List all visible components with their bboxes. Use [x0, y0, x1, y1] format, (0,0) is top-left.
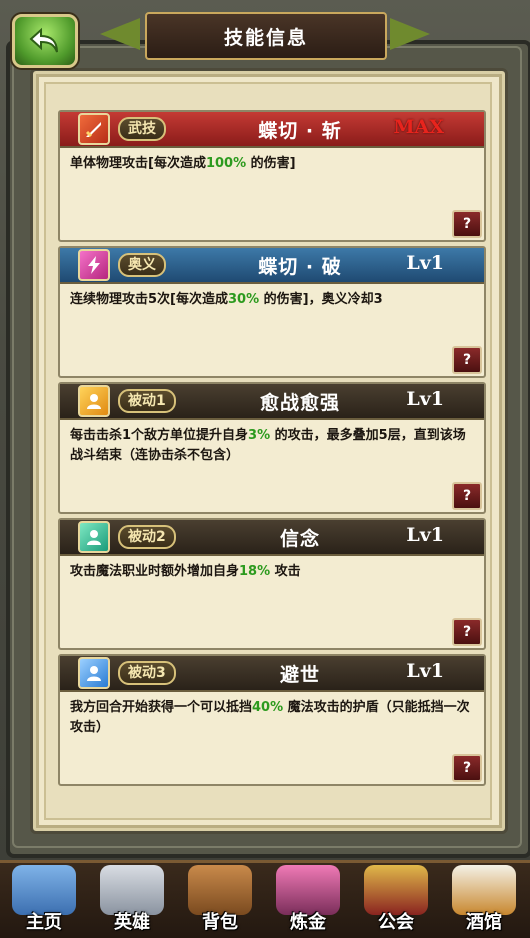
page-title-bar: 技能信息 [145, 12, 387, 60]
help-button[interactable]: ? [452, 754, 482, 782]
nav-label: 酒馆 [466, 912, 502, 933]
skill-description: 连续物理攻击5次[每次造成30% 的伤害]，奥义冷却3 [70, 292, 383, 307]
skill-type-tag: 被动2 [118, 525, 176, 549]
skill-card-header: 武技 蝶切 · 斩 MAX [60, 112, 484, 148]
skill-card-4: 被动3 避世 Lv1 我方回合开始获得一个可以抵挡40% 魔法攻击的护盾（只能抵… [58, 654, 486, 786]
back-button[interactable] [12, 14, 78, 68]
skill-card-2: 被动1 愈战愈强 Lv1 每击击杀1个敌方单位提升自身3% 的攻击，最多叠加5层… [58, 382, 486, 514]
skill-name: 蝶切 · 斩 [258, 120, 342, 142]
skill-type-tag: 被动1 [118, 389, 176, 413]
nav-bag[interactable]: 背包 [176, 863, 264, 938]
nav-alchemy[interactable]: 炼金 [264, 863, 352, 938]
skill-description: 攻击魔法职业时额外增加自身18% 攻击 [70, 564, 301, 579]
skill-level: Lv1 [406, 660, 444, 682]
help-button[interactable]: ? [452, 482, 482, 510]
title-ornament-right [390, 18, 430, 50]
skill-level: MAX [393, 116, 444, 138]
title-ornament-left [100, 18, 140, 50]
help-button[interactable]: ? [452, 346, 482, 374]
skill-description: 我方回合开始获得一个可以抵挡40% 魔法攻击的护盾（只能抵挡一次攻击） [70, 700, 470, 735]
skill-card-header: 被动1 愈战愈强 Lv1 [60, 384, 484, 420]
nav-label: 背包 [202, 912, 238, 933]
skill-card-header: 被动2 信念 Lv1 [60, 520, 484, 556]
help-button[interactable]: ? [452, 210, 482, 238]
skill-card-3: 被动2 信念 Lv1 攻击魔法职业时额外增加自身18% 攻击 ? [58, 518, 486, 650]
bottom-nav: 主页 英雄 背包 炼金 公会 酒馆 [0, 860, 530, 938]
skill-name: 愈战愈强 [259, 392, 340, 414]
skill-name: 蝶切 · 破 [258, 256, 342, 278]
back-arrow-icon [29, 27, 58, 53]
nav-label: 炼金 [290, 912, 326, 933]
skill-description: 每击击杀1个敌方单位提升自身3% 的攻击，最多叠加5层，直到该场战斗结束（连协击… [70, 428, 466, 463]
nav-guild[interactable]: 公会 [352, 863, 440, 938]
person-icon [78, 521, 110, 553]
skill-level: Lv1 [406, 388, 444, 410]
skill-name: 信念 [279, 528, 320, 550]
bolt-icon [78, 249, 110, 281]
skill-description: 单体物理攻击[每次造成100% 的伤害] [70, 156, 296, 171]
nav-heroes[interactable]: 英雄 [88, 863, 176, 938]
nav-tavern[interactable]: 酒馆 [440, 863, 528, 938]
person-icon [78, 657, 110, 689]
nav-label: 公会 [378, 912, 414, 933]
skill-level: Lv1 [406, 252, 444, 274]
skill-card-header: 奥义 蝶切 · 破 Lv1 [60, 248, 484, 284]
help-button[interactable]: ? [452, 618, 482, 646]
skill-type-tag: 被动3 [118, 661, 176, 685]
sword-icon [78, 113, 110, 145]
skill-type-tag: 武技 [118, 117, 166, 141]
nav-home[interactable]: 主页 [0, 863, 88, 938]
skill-level: Lv1 [406, 524, 444, 546]
nav-label: 主页 [26, 912, 62, 933]
skill-card-header: 被动3 避世 Lv1 [60, 656, 484, 692]
skill-name: 避世 [279, 664, 320, 686]
person-icon [78, 385, 110, 417]
skill-card-1: 奥义 蝶切 · 破 Lv1 连续物理攻击5次[每次造成30% 的伤害]，奥义冷却… [58, 246, 486, 378]
skill-type-tag: 奥义 [118, 253, 166, 277]
skill-card-0: 武技 蝶切 · 斩 MAX 单体物理攻击[每次造成100% 的伤害] ? [58, 110, 486, 242]
page-title: 技能信息 [223, 26, 308, 49]
nav-label: 英雄 [114, 912, 150, 933]
